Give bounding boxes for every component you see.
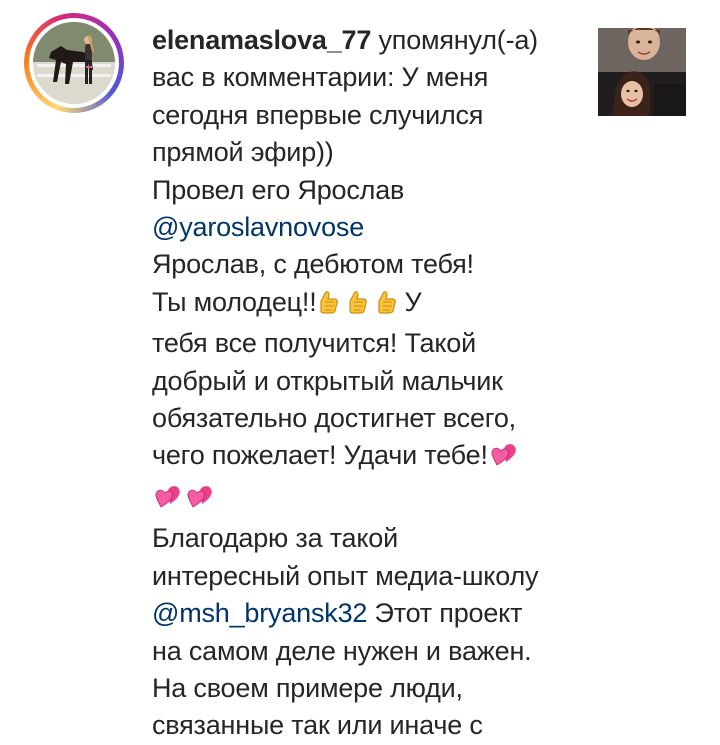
comment-line: на самом деле нужен и важен. [152, 635, 532, 666]
comment-line: Ярослав, с дебютом тебя! [152, 249, 474, 280]
comment-line: Ты молодец!! У [152, 284, 592, 325]
thumbs-up-icon [375, 288, 397, 325]
avatar-photo [33, 22, 115, 104]
comment-line: прямой эфир)) [152, 137, 334, 168]
username-link[interactable]: elenamaslova_77 [152, 25, 371, 55]
thumbs-up-icon [317, 288, 339, 325]
comment-line: связанные так или иначе с [152, 710, 483, 741]
post-thumbnail[interactable] [598, 28, 686, 116]
comment-line: На своем примере люди, [152, 672, 463, 703]
comment-line: вас в комментарии: У меня [152, 62, 489, 93]
horse-rider-image [33, 22, 115, 104]
comment-line: чего пожелает! Удачи тебе! [152, 437, 592, 478]
comment-line: Благодарю за такой [152, 523, 398, 554]
emoji-line [152, 479, 592, 520]
comment-text: чего пожелает! Удачи тебе! [152, 440, 488, 471]
post-photo [598, 28, 686, 116]
notification-text: elenamaslova_77 упомянул(-а) вас в комме… [152, 22, 592, 745]
comment-line: Провел его Ярослав [152, 174, 405, 205]
comment-text: Этот проект [367, 598, 523, 629]
comment-line: интересный опыт медиа-школу [152, 560, 539, 591]
comment-line: обязательно достигнет всего, [152, 403, 516, 434]
action-text: упомянул(-а) [378, 25, 538, 55]
comment-text: У [404, 286, 422, 317]
comment-line: добрый и открытый мальчик [152, 365, 503, 396]
comment-text: Ты молодец!! [152, 286, 317, 317]
mention-link[interactable]: @yaroslavnovose [152, 212, 364, 242]
two-hearts-icon [152, 482, 184, 520]
two-hearts-icon [488, 440, 520, 478]
comment-line: сегодня впервые случился [152, 99, 484, 130]
comment-line: @msh_bryansk32 Этот проект [152, 595, 592, 632]
notification-header-line: elenamaslova_77 упомянул(-а) [152, 22, 592, 59]
two-hearts-icon [184, 482, 216, 520]
comment-line: тебя все получится! Такой [152, 328, 476, 359]
mention-link[interactable]: @msh_bryansk32 [152, 598, 367, 628]
thumbs-up-icon [346, 288, 368, 325]
avatar[interactable] [24, 13, 124, 113]
